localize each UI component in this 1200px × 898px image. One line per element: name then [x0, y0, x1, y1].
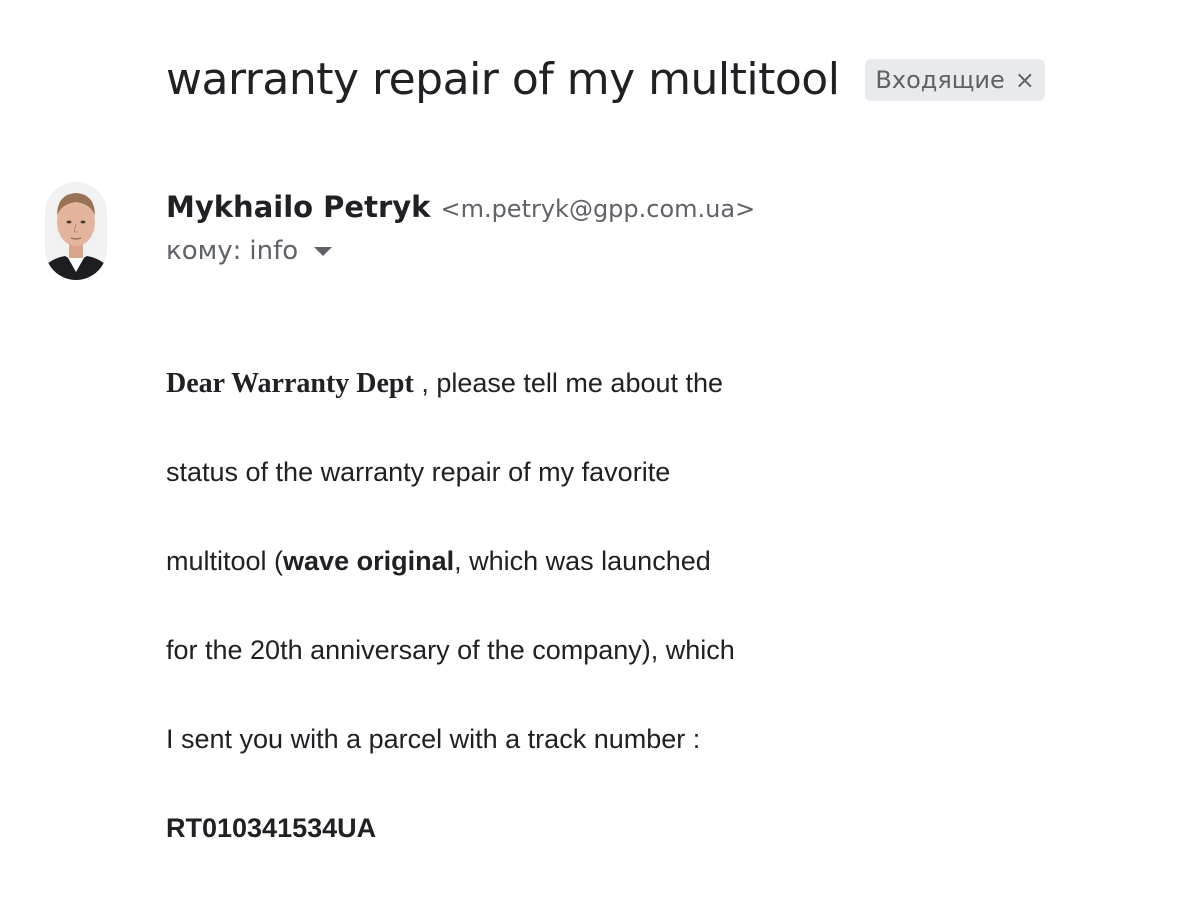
body-line-4: for the 20th anniversary of the company)…	[166, 635, 735, 665]
sender-avatar[interactable]	[45, 182, 107, 280]
inbox-label-text: Входящие	[875, 66, 1005, 94]
email-header: warranty repair of my multitool Входящие…	[166, 52, 1045, 108]
sender-name[interactable]: Mykhailo Petryk	[166, 190, 430, 224]
body-line-3-pre: multitool (	[166, 546, 284, 576]
body-line-3-post: , which was launched	[454, 546, 711, 576]
recipient-prefix: кому:	[166, 236, 242, 266]
email-body: Dear Warranty Dept , please tell me abou…	[166, 364, 886, 898]
inbox-label-chip[interactable]: Входящие ×	[865, 59, 1045, 101]
recipient-details-toggle[interactable]: кому: info	[166, 236, 755, 266]
chevron-down-icon[interactable]	[314, 246, 333, 256]
remove-label-icon[interactable]: ×	[1015, 66, 1035, 94]
body-line-1: Dear Warranty Dept , please tell me abou…	[166, 364, 886, 453]
avatar-photo-icon	[45, 182, 107, 280]
track-number: RT010341534UA	[166, 813, 377, 843]
product-name: wave original	[283, 546, 455, 576]
body-line-5: I sent you with a parcel with a track nu…	[166, 724, 701, 754]
body-line-2: status of the warranty repair of my favo…	[166, 457, 671, 487]
recipient-name: info	[249, 236, 299, 266]
body-line-3: multitool (wave original, which was laun…	[166, 542, 886, 631]
email-subject: warranty repair of my multitool	[166, 54, 840, 105]
sender-info: Mykhailo Petryk <m.petryk@gpp.com.ua> ко…	[166, 190, 755, 266]
sender-email: <m.petryk@gpp.com.ua>	[440, 195, 756, 223]
greeting: Dear Warranty Dept	[166, 368, 414, 399]
body-line-1-rest: , please tell me about the	[413, 368, 724, 398]
